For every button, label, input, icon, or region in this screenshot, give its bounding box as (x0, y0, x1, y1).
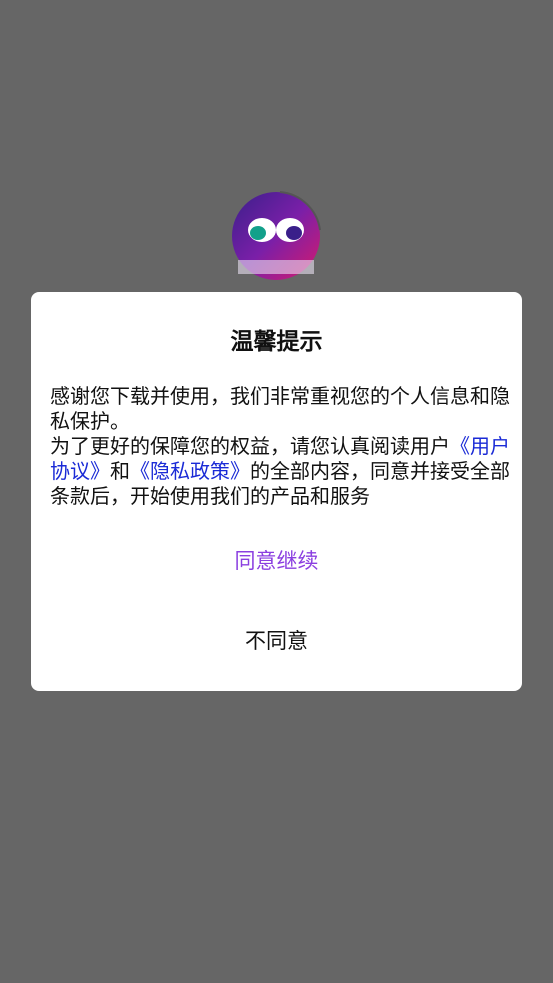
privacy-policy-link[interactable]: 《隐私政策》 (130, 459, 250, 483)
agreement-paragraph: 为了更好的保障您的权益，请您认真阅读用户《用户协议》和《隐私政策》的全部内容，同… (50, 434, 510, 509)
intro-paragraph: 感谢您下载并使用，我们非常重视您的个人信息和隐私保护。 (50, 384, 510, 433)
agree-continue-button[interactable]: 同意继续 (31, 545, 522, 575)
dialog-title: 温馨提示 (230, 329, 323, 355)
app-logo-icon (232, 190, 322, 280)
and-text: 和 (110, 459, 130, 483)
dialog-body: 感谢您下载并使用，我们非常重视您的个人信息和隐私保护。 为了更好的保障您的权益，… (50, 384, 510, 509)
agreement-prefix: 为了更好的保障您的权益，请您认真阅读用户 (50, 434, 450, 458)
disagree-button[interactable]: 不同意 (31, 625, 522, 655)
privacy-dialog: 温馨提示 感谢您下载并使用，我们非常重视您的个人信息和隐私保护。 为了更好的保障… (31, 292, 522, 691)
